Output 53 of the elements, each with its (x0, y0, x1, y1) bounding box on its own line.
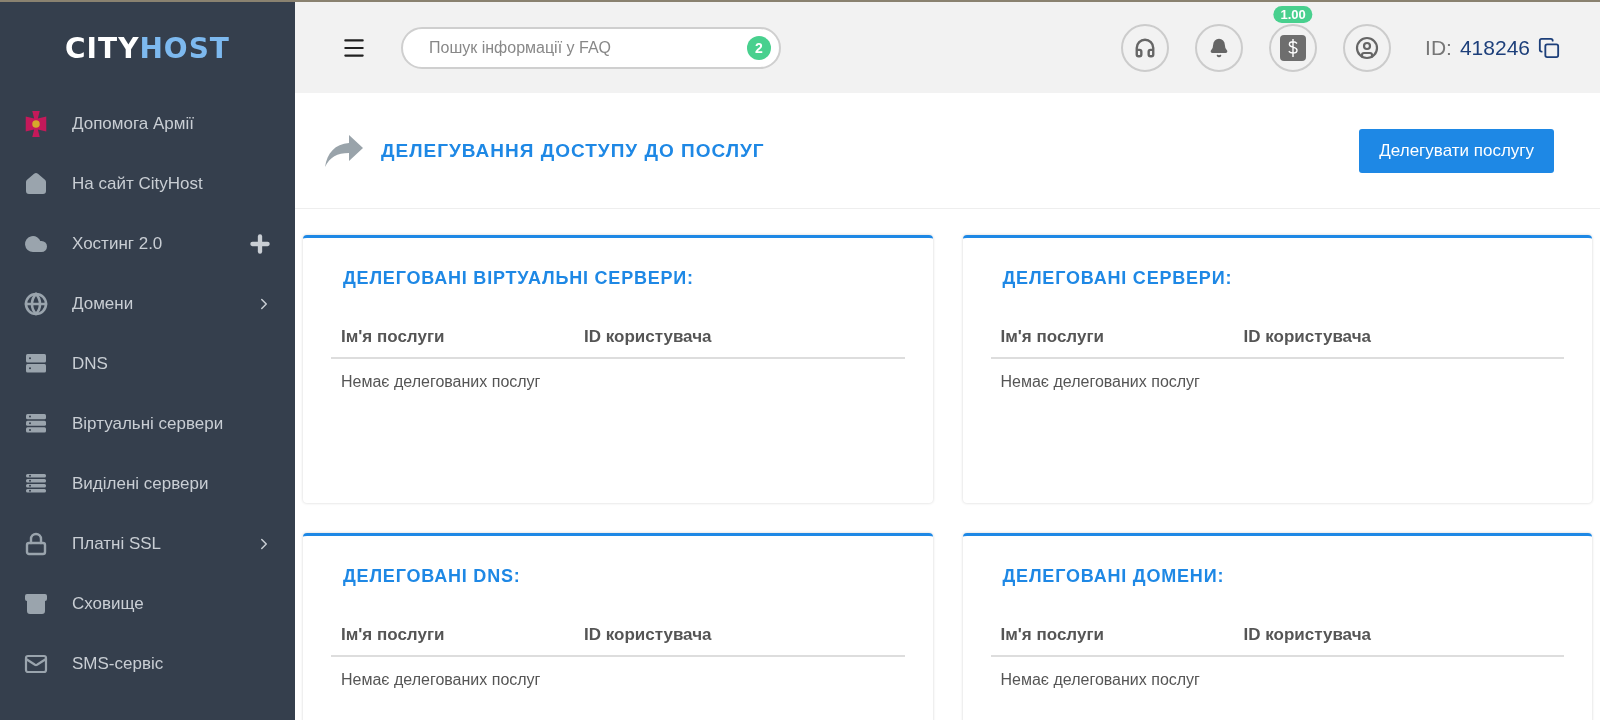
column-header: Ім'я послуги (341, 625, 446, 645)
id-label: ID: (1425, 35, 1452, 60)
card-title: ДЕЛЕГОВАНІ ДОМЕНИ: (1002, 566, 1226, 587)
search-input[interactable]: Пошук інформації у FAQ (403, 38, 747, 57)
count-badge: 2 (747, 35, 771, 60)
sidebar-item[interactable]: Хостинг 2.0 (0, 214, 295, 274)
support-button[interactable] (1121, 23, 1170, 72)
empty-message: Немає делегованих послуг (999, 372, 1201, 392)
card-title: ДЕЛЕГОВАНІ DNS: (343, 566, 522, 587)
sidebar-item[interactable]: Віртуальні сервери (0, 394, 295, 454)
column-header: ID користувача (584, 625, 713, 645)
balance-badge: 1.00 (1273, 5, 1313, 23)
sidebar-item[interactable]: DNS (0, 334, 295, 394)
id-value: 418246 (1459, 35, 1530, 60)
delegate-button[interactable]: Делегувати послугу (1359, 128, 1554, 173)
server-icon (24, 412, 48, 436)
sidebar-item[interactable]: Виділені сервери (0, 454, 295, 514)
column-header: Ім'я послуги (341, 327, 446, 347)
notifications-button[interactable] (1195, 23, 1244, 72)
column-header: ID користувача (1243, 625, 1372, 645)
column-header: Ім'я послуги (1000, 327, 1105, 347)
dollar-icon (1280, 34, 1307, 61)
sidebar-item[interactable]: Платні SSL (0, 514, 295, 574)
user-icon (1355, 35, 1380, 60)
lock-icon (24, 532, 48, 556)
column-header: ID користувача (1243, 327, 1372, 347)
column-header: ID користувача (584, 327, 713, 347)
plus-icon[interactable] (247, 231, 273, 257)
card-title: ДЕЛЕГОВАНІ ВІРТУАЛЬНІ СЕРВЕРИ: (343, 268, 695, 289)
sidebar-item[interactable]: На сайт CityHost (0, 154, 295, 214)
sidebar-item[interactable]: Допомога Армії (0, 94, 295, 154)
archive-icon (24, 592, 48, 616)
headset-icon (1134, 36, 1157, 59)
share-arrow-icon (325, 134, 363, 167)
balance-button[interactable] (1269, 23, 1318, 72)
account-button[interactable] (1343, 23, 1392, 72)
empty-message: Немає делегованих послуг (340, 670, 542, 690)
page-title: ДЕЛЕГУВАННЯ ДОСТУПУ ДО ПОСЛУГ (381, 139, 765, 162)
column-header: Ім'я послуги (1000, 625, 1105, 645)
globe-icon (24, 292, 48, 316)
cityhost-logo[interactable]: CITYHOST (0, 2, 295, 94)
bell-icon (1209, 37, 1230, 58)
empty-message: Немає делегованих послуг (999, 670, 1201, 690)
sidebar-item[interactable]: SMS-сервіс (0, 634, 295, 694)
sidebar-item[interactable]: Сховище (0, 574, 295, 634)
sidebar-item[interactable]: Домени (0, 274, 295, 334)
card-title: ДЕЛЕГОВАНІ СЕРВЕРИ: (1002, 268, 1234, 289)
empty-message: Немає делегованих послуг (340, 372, 542, 392)
copy-icon[interactable] (1538, 36, 1560, 59)
home-icon (24, 172, 48, 196)
server-rack-icon (24, 472, 48, 496)
mail-icon (24, 652, 48, 676)
server-icon (24, 352, 48, 376)
